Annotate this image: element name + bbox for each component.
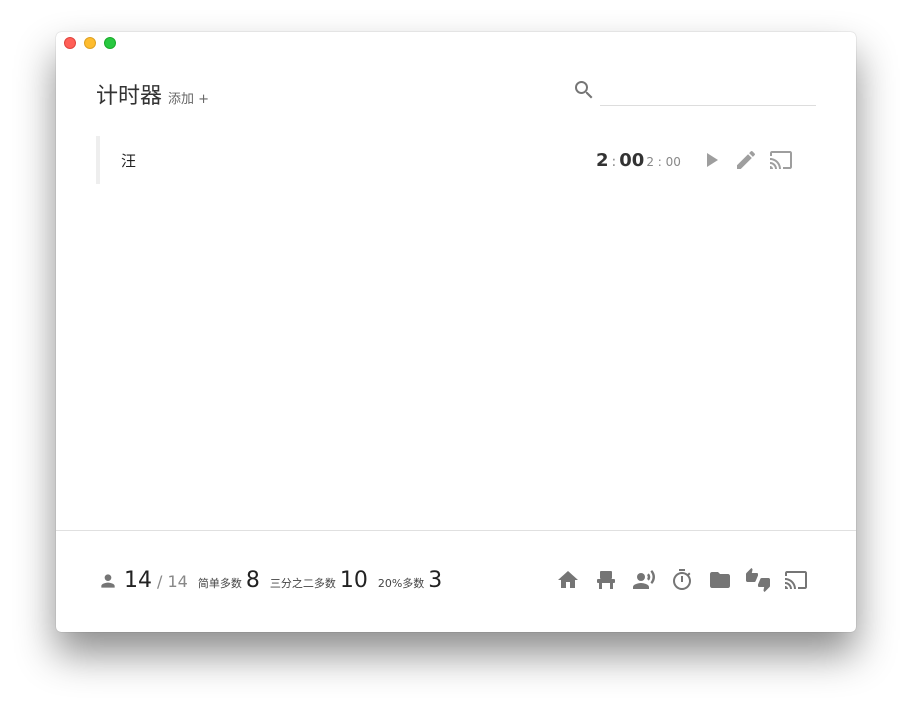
minimize-window-button[interactable] xyxy=(84,37,96,49)
folder-icon[interactable] xyxy=(708,568,732,592)
seat-icon[interactable] xyxy=(594,568,618,592)
page-title: 计时器 xyxy=(96,84,163,109)
twenty-percent-label: 20%多数 xyxy=(377,577,425,590)
app-window: 计时器 添加 + 汪 2 : 00 2 : 00 14 / 14 简单多数 8 … xyxy=(56,32,856,632)
timer-seconds: 00 xyxy=(619,150,645,171)
present-count: 14 xyxy=(124,568,152,593)
play-icon[interactable] xyxy=(699,148,723,172)
timer-time: 2 : 00 2 : 00 xyxy=(596,150,681,171)
timer-name: 汪 xyxy=(121,152,137,170)
timer-minutes: 2 xyxy=(596,150,609,171)
cast-icon[interactable] xyxy=(769,148,793,172)
quorum-stats: 14 / 14 简单多数 8 三分之二多数 10 20%多数 3 xyxy=(98,568,442,593)
footer-toolbar xyxy=(556,568,808,592)
total-count: / 14 xyxy=(157,572,188,591)
simple-majority-value: 8 xyxy=(245,568,260,593)
maximize-window-button[interactable] xyxy=(104,37,116,49)
timer-total: 2 : 00 xyxy=(646,155,681,169)
search-input[interactable] xyxy=(600,78,816,106)
timer-colon: : xyxy=(611,154,617,170)
simple-majority-label: 简单多数 xyxy=(197,577,242,590)
add-timer-link[interactable]: 添加 + xyxy=(168,88,209,107)
timer-row: 汪 2 : 00 2 : 00 xyxy=(96,136,796,184)
home-icon[interactable] xyxy=(556,568,580,592)
close-window-button[interactable] xyxy=(64,37,76,49)
cast-icon[interactable] xyxy=(784,568,808,592)
window-controls xyxy=(64,37,116,49)
thumbs-up-down-icon[interactable] xyxy=(746,568,770,592)
person-icon xyxy=(101,573,115,588)
timer-icon[interactable] xyxy=(670,568,694,592)
search-bar xyxy=(572,78,816,107)
speaker-icon[interactable] xyxy=(632,568,656,592)
footer-divider xyxy=(56,530,856,531)
page-header: 计时器 添加 + xyxy=(96,78,209,110)
two-thirds-value: 10 xyxy=(339,568,368,593)
twenty-percent-value: 3 xyxy=(428,568,443,593)
two-thirds-label: 三分之二多数 xyxy=(269,577,336,590)
search-icon[interactable] xyxy=(572,78,596,102)
pencil-icon[interactable] xyxy=(734,148,758,172)
